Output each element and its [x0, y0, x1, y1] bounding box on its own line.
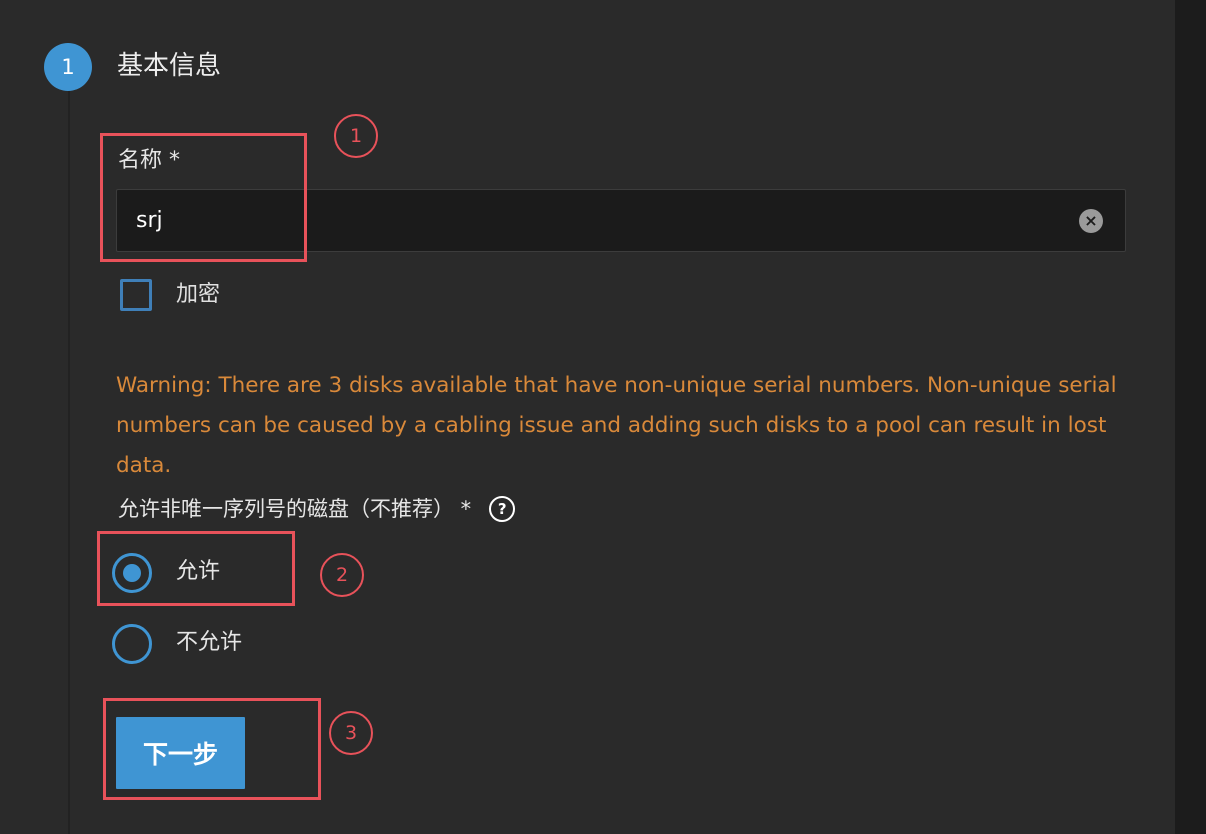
scrollbar-gutter: [1175, 0, 1206, 834]
annotation-marker-3: 3: [329, 711, 373, 755]
step-number-badge: 1: [44, 43, 92, 91]
annotation-box-2: [97, 531, 295, 606]
non-unique-serial-warning: Warning: There are 3 disks available tha…: [116, 373, 1117, 478]
annotation-box-3: [103, 698, 321, 800]
radio-disallow-label: 不允许: [176, 630, 243, 655]
encryption-checkbox-label: 加密: [176, 282, 221, 307]
annotation-marker-2: 2: [320, 553, 364, 597]
annotation-marker-1: 1: [334, 114, 378, 158]
radio-disallow[interactable]: [112, 624, 152, 664]
stepper-rail: [68, 90, 70, 834]
non-unique-serials-label-text: 允许非唯一序列号的磁盘（不推荐） *: [118, 497, 472, 521]
step-title: 基本信息: [117, 51, 222, 81]
clear-icon[interactable]: ×: [1079, 209, 1103, 233]
encryption-checkbox[interactable]: [120, 279, 152, 311]
annotation-box-1: [100, 133, 307, 262]
question-circle-icon[interactable]: ?: [489, 496, 516, 522]
non-unique-serials-label: 允许非唯一序列号的磁盘（不推荐） * ?: [118, 493, 516, 525]
